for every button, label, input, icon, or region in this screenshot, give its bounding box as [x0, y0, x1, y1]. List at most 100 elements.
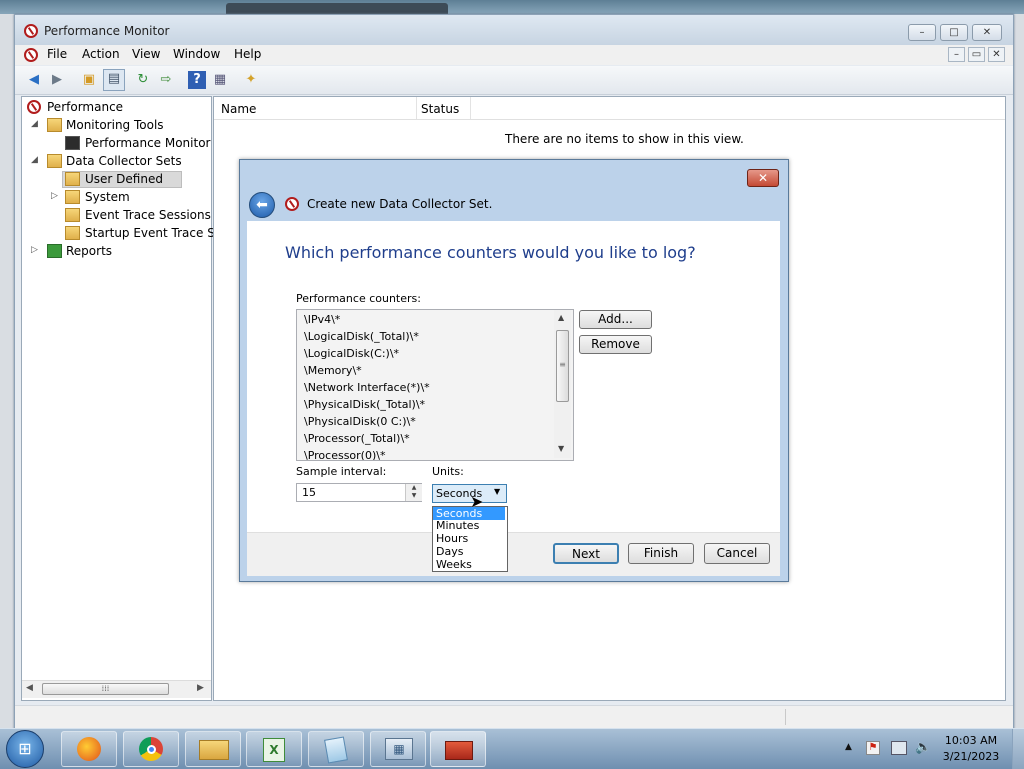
firefox-icon [77, 737, 101, 761]
column-header-status[interactable]: Status [421, 102, 459, 116]
menu-window[interactable]: Window [173, 47, 220, 61]
list-item[interactable]: \LogicalDisk(C:)\* [304, 345, 399, 362]
mdi-app-icon[interactable] [24, 48, 38, 62]
remove-button[interactable]: Remove [579, 335, 652, 354]
sample-interval-value: 15 [302, 486, 316, 499]
volume-muted-icon[interactable]: 🔈 [915, 740, 931, 755]
collapse-arrow-icon[interactable]: ◢ [31, 155, 38, 165]
mdi-minimize-button[interactable]: – [948, 47, 965, 62]
taskbar-chrome[interactable] [123, 731, 179, 767]
start-button[interactable]: ⊞ [6, 730, 44, 768]
maximize-button[interactable]: □ [940, 24, 968, 41]
units-option-minutes[interactable]: Minutes [433, 519, 505, 532]
chart-icon [65, 136, 80, 150]
scroll-down-icon[interactable]: ▼ [558, 444, 564, 453]
next-button[interactable]: Next [553, 543, 619, 564]
scroll-thumb[interactable]: ⁞⁞⁞ [42, 683, 169, 695]
mdi-restore-button[interactable]: ▭ [968, 47, 985, 62]
scroll-right-icon[interactable]: ▶ [197, 683, 204, 693]
taskbar-excel[interactable]: X [246, 731, 302, 767]
status-divider [785, 709, 786, 725]
file-explorer-icon [199, 740, 229, 760]
export-list-icon[interactable]: ⇨ [157, 71, 175, 89]
expand-arrow-icon[interactable]: ▷ [51, 191, 58, 201]
dialog-close-button[interactable]: ✕ [747, 169, 779, 187]
expand-arrow-icon[interactable]: ▷ [31, 245, 38, 255]
list-item[interactable]: \Memory\* [304, 362, 362, 379]
show-hide-tree-icon[interactable]: ▤ [103, 69, 125, 91]
taskbar-firefox[interactable] [61, 731, 117, 767]
wizard-question: Which performance counters would you lik… [285, 243, 696, 262]
forward-arrow-icon[interactable]: ▶ [48, 71, 66, 89]
tree-item-performance[interactable]: Performance [47, 100, 123, 114]
menu-help[interactable]: Help [234, 47, 261, 61]
vertical-scrollbar[interactable]: ▲ ≡ ▼ [554, 310, 571, 458]
scroll-thumb[interactable]: ≡ [556, 330, 569, 402]
spinner-icon[interactable]: ▲ ▼ [405, 484, 422, 501]
list-item[interactable]: \PhysicalDisk(0 C:)\* [304, 413, 416, 430]
list-item[interactable]: \IPv4\* [304, 311, 340, 328]
clock-time[interactable]: 10:03 AM [940, 734, 1002, 747]
tree-item-event-trace-sessions[interactable]: Event Trace Sessions [85, 208, 211, 222]
action-center-icon[interactable]: ⚑ [866, 741, 880, 755]
background-window-tab [226, 3, 448, 14]
list-item[interactable]: \Processor(_Total)\* [304, 430, 410, 447]
cancel-button[interactable]: Cancel [704, 543, 770, 564]
refresh-icon[interactable]: ↻ [134, 71, 152, 89]
menu-bar: File Action View Window Help – ▭ ✕ [15, 45, 1013, 65]
units-option-hours[interactable]: Hours [433, 532, 505, 545]
horizontal-scrollbar[interactable]: ◀ ⁞⁞⁞ ▶ [22, 680, 211, 698]
up-folder-icon[interactable]: ▣ [80, 71, 98, 89]
tree-item-user-defined[interactable]: User Defined [85, 172, 163, 186]
taskbar-notepad[interactable] [308, 731, 364, 767]
list-item[interactable]: \LogicalDisk(_Total)\* [304, 328, 419, 345]
help-icon[interactable]: ? [188, 71, 206, 89]
tree-item-monitoring-tools[interactable]: Monitoring Tools [66, 118, 164, 132]
tree-item-startup-event-trace-sessions[interactable]: Startup Event Trace Ses [85, 226, 228, 240]
close-button[interactable]: ✕ [972, 24, 1002, 41]
scroll-left-icon[interactable]: ◀ [26, 683, 33, 693]
mdi-close-button[interactable]: ✕ [988, 47, 1005, 62]
show-hidden-icons-icon[interactable]: ▲ [845, 742, 852, 752]
counters-label: Performance counters: [296, 292, 421, 305]
units-label: Units: [432, 465, 464, 478]
add-button[interactable]: Add... [579, 310, 652, 329]
list-item[interactable]: \Processor(0)\* [304, 447, 385, 460]
taskbar: ⊞ X ▦ ▲ ⚑ 🔈 10:03 AM 3/21/2023 [0, 728, 1024, 769]
show-desktop-button[interactable] [1012, 729, 1024, 769]
new-item-icon[interactable]: ✦ [242, 71, 260, 89]
taskbar-control-panel[interactable]: ▦ [370, 731, 426, 767]
sample-interval-label: Sample interval: [296, 465, 387, 478]
tree-item-system[interactable]: System [85, 190, 130, 204]
menu-action[interactable]: Action [82, 47, 120, 61]
tree-item-reports[interactable]: Reports [66, 244, 112, 258]
clock-date[interactable]: 3/21/2023 [940, 750, 1002, 763]
scroll-up-icon[interactable]: ▲ [558, 313, 564, 322]
tree-item-data-collector-sets[interactable]: Data Collector Sets [66, 154, 182, 168]
units-option-weeks[interactable]: Weeks [433, 558, 505, 571]
units-option-days[interactable]: Days [433, 545, 505, 558]
tree-item-performance-monitor[interactable]: Performance Monitor [85, 136, 210, 150]
taskbar-performance-monitor[interactable] [430, 731, 486, 767]
minimize-button[interactable]: – [908, 24, 936, 41]
sample-interval-field[interactable]: 15 ▲ ▼ [296, 483, 422, 502]
counters-listbox[interactable]: \IPv4\* \LogicalDisk(_Total)\* \LogicalD… [296, 309, 574, 461]
list-item[interactable]: \PhysicalDisk(_Total)\* [304, 396, 425, 413]
mouse-cursor-icon: ➤ [470, 492, 484, 511]
desktop-background [0, 0, 1024, 14]
menu-view[interactable]: View [132, 47, 160, 61]
performance-icon [27, 100, 41, 114]
back-arrow-icon[interactable]: ◀ [25, 71, 43, 89]
reports-icon [47, 244, 62, 258]
list-item[interactable]: \Network Interface(*)\* [304, 379, 430, 396]
network-icon[interactable] [891, 741, 907, 755]
finish-button[interactable]: Finish [628, 543, 694, 564]
collapse-arrow-icon[interactable]: ◢ [31, 119, 38, 129]
back-button[interactable]: ⬅ [249, 192, 275, 218]
excel-icon: X [263, 738, 285, 762]
taskbar-file-explorer[interactable] [185, 731, 241, 767]
column-header-name[interactable]: Name [221, 102, 256, 116]
properties-icon[interactable]: ▦ [211, 71, 229, 89]
control-panel-icon: ▦ [385, 738, 413, 760]
menu-file[interactable]: File [47, 47, 67, 61]
